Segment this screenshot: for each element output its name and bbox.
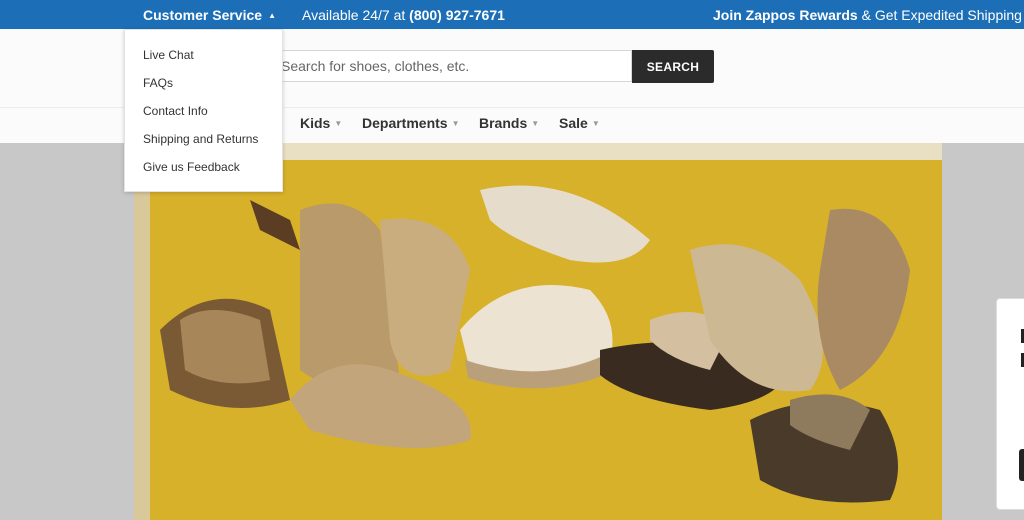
shoe-shape	[250, 200, 300, 250]
dropdown-item-live-chat[interactable]: Live Chat	[143, 48, 194, 62]
dropdown-item-faqs[interactable]: FAQs	[143, 76, 173, 90]
chevron-down-icon: ▼	[531, 119, 540, 128]
card-button-fragment	[1019, 449, 1024, 481]
dropdown-item-shipping-returns[interactable]: Shipping and Returns	[143, 132, 258, 146]
hero-banner-image[interactable]	[150, 160, 942, 520]
caret-up-icon: ▲	[268, 11, 276, 20]
availability-prefix: Available 24/7 at	[302, 7, 406, 23]
nav-item-departments[interactable]: Departments ▼	[362, 115, 460, 131]
nav-item-label: Kids	[300, 115, 331, 131]
nav-item-brands[interactable]: Brands ▼	[479, 115, 539, 131]
shoe-shape	[290, 364, 471, 448]
availability-text: Available 24/7 at (800) 927-7671	[302, 7, 505, 23]
nav-item-label: Brands	[479, 115, 528, 131]
dropdown-item-contact-info[interactable]: Contact Info	[143, 104, 208, 118]
search-box	[270, 50, 632, 82]
customer-service-label: Customer Service	[143, 7, 263, 23]
shoe-shape	[180, 310, 270, 384]
shoes-illustration	[160, 185, 910, 503]
search-button[interactable]: SEARCH	[632, 50, 714, 83]
customer-service-dropdown: Live Chat FAQs Contact Info Shipping and…	[124, 29, 283, 192]
chevron-down-icon: ▼	[451, 119, 460, 128]
phone-number[interactable]: (800) 927-7671	[409, 7, 505, 23]
nav-item-label: Departments	[362, 115, 448, 131]
chevron-down-icon: ▼	[334, 119, 343, 128]
rewards-text: & Get Expedited Shipping + Ear	[861, 7, 1024, 23]
promo-side-card[interactable]	[996, 298, 1024, 510]
shoe-shape	[817, 208, 910, 390]
nav-item-label: Sale	[559, 115, 588, 131]
rewards-promo[interactable]: Join Zappos Rewards & Get Expedited Ship…	[713, 7, 1024, 23]
nav-item-sale[interactable]: Sale ▼	[559, 115, 600, 131]
rewards-link[interactable]: Join Zappos Rewards	[713, 7, 858, 23]
nav-item-kids[interactable]: Kids ▼	[300, 115, 342, 131]
chevron-down-icon: ▼	[591, 119, 600, 128]
search-input[interactable]	[271, 51, 631, 81]
top-bar: Customer Service ▲ Available 24/7 at (800…	[0, 0, 1024, 29]
shoe-shape	[480, 185, 650, 263]
shoe-shape	[380, 218, 470, 376]
dropdown-item-feedback[interactable]: Give us Feedback	[143, 160, 240, 174]
customer-service-menu[interactable]: Customer Service ▲	[143, 7, 276, 23]
